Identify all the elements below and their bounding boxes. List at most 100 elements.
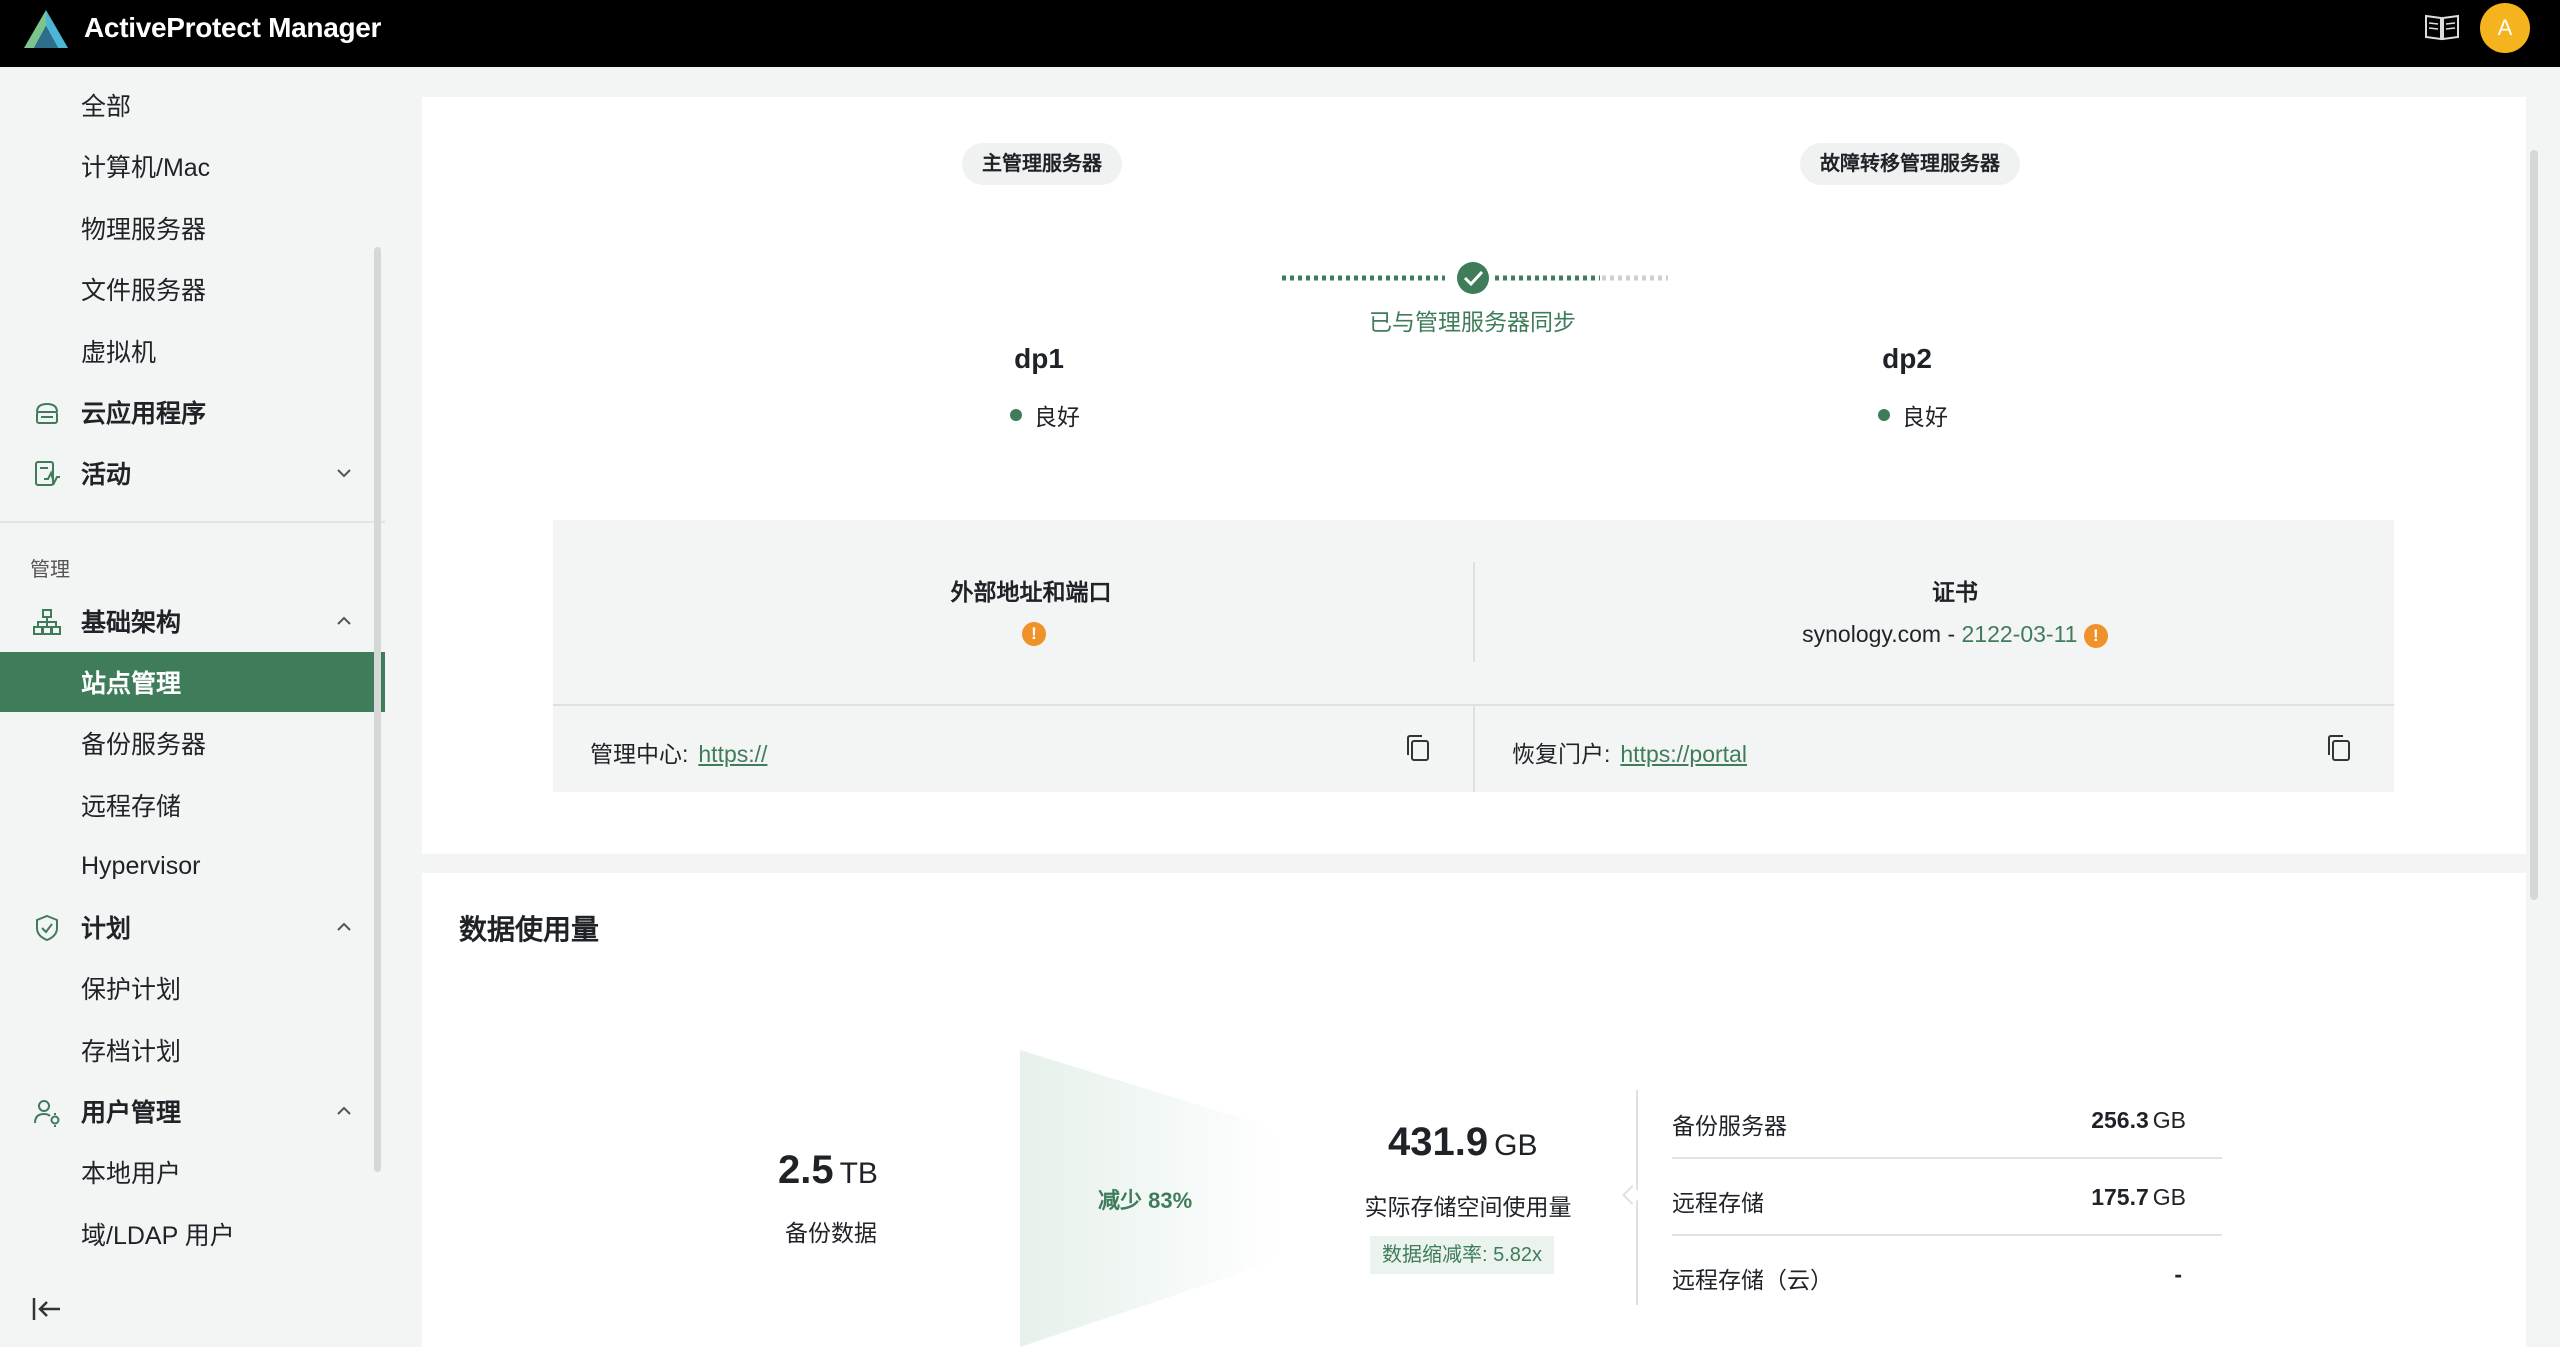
- usage-row-remote-storage: 远程存储 175.7 GB: [1672, 1160, 2222, 1236]
- recovery-portal-label: 恢复门户:: [1512, 741, 1611, 767]
- usage-row-name: 远程存储（云）: [1672, 1267, 1833, 1293]
- sidebar-item-file-server[interactable]: 文件服务器: [0, 259, 385, 319]
- usage-row-name: 远程存储: [1672, 1190, 1764, 1216]
- value: 175.7: [2091, 1184, 2149, 1210]
- backup-data-label: 备份数据: [785, 1220, 877, 1246]
- primary-server-pill: 主管理服务器: [962, 143, 1122, 185]
- sidebar-item-all[interactable]: 全部: [0, 75, 385, 135]
- management-center-row: 管理中心: https://: [590, 735, 767, 769]
- value: 256.3: [2091, 1107, 2149, 1133]
- shield-check-icon: [36, 914, 58, 942]
- certificate-date: 2122-03-11: [1961, 621, 2078, 647]
- user-avatar[interactable]: A: [2480, 3, 2530, 53]
- app-title: ActiveProtect Manager: [84, 12, 382, 43]
- app-logo-icon: [24, 10, 68, 48]
- sync-check-icon: [1457, 262, 1489, 294]
- sidebar-divider: [0, 521, 385, 523]
- usage-row-value: -: [2174, 1261, 2186, 1288]
- sidebar-item-ldap-users[interactable]: 域/LDAP 用户: [0, 1204, 385, 1264]
- value: -: [2174, 1261, 2182, 1287]
- sidebar: 全部 计算机/Mac 物理服务器 文件服务器 虚拟机 云应用程序 活动 管理 基…: [0, 67, 385, 1347]
- user-gear-icon: [34, 1100, 60, 1127]
- chevron-down-icon: [337, 469, 351, 478]
- sidebar-item-label: 计算机/Mac: [81, 154, 211, 182]
- external-address-warning-icon[interactable]: !: [1022, 622, 1046, 646]
- unit: GB: [2152, 1184, 2186, 1210]
- unit: GB: [1494, 1129, 1538, 1162]
- sidebar-item-local-users[interactable]: 本地用户: [0, 1142, 385, 1202]
- sidebar-item-archive-plan[interactable]: 存档计划: [0, 1020, 385, 1080]
- sidebar-item-label: 计划: [81, 915, 132, 943]
- top-bar: ActiveProtect Manager A: [0, 0, 2560, 67]
- external-address-title: 外部地址和端口: [950, 579, 1112, 605]
- chevron-up-icon: [337, 616, 351, 625]
- sidebar-item-computer-mac[interactable]: 计算机/Mac: [0, 136, 385, 196]
- sidebar-item-user-management[interactable]: 用户管理: [0, 1081, 385, 1141]
- sidebar-item-label: 虚拟机: [81, 339, 157, 367]
- usage-row-name: 备份服务器: [1672, 1113, 1787, 1139]
- sync-connector: [1282, 262, 1668, 294]
- copy-icon[interactable]: [1404, 733, 1432, 763]
- divider: [1473, 562, 1475, 662]
- sidebar-item-backup-server[interactable]: 备份服务器: [0, 713, 385, 773]
- recovery-portal-link[interactable]: https://portal: [1620, 741, 1747, 767]
- unit: TB: [839, 1157, 878, 1190]
- sidebar-item-label: 文件服务器: [81, 277, 207, 305]
- reduction-ratio-badge: 数据缩减率: 5.82x: [1370, 1236, 1555, 1274]
- certificate-title: 证书: [1932, 579, 1978, 605]
- divider: [1473, 705, 1475, 792]
- sidebar-item-label: 全部: [81, 93, 132, 121]
- sidebar-item-infrastructure[interactable]: 基础架构: [0, 591, 385, 651]
- usage-row-value: 256.3 GB: [2091, 1107, 2186, 1134]
- data-usage-title: 数据使用量: [459, 914, 600, 945]
- reduction-text: 减少 83%: [1098, 1188, 1193, 1213]
- recovery-portal-row: 恢复门户: https://portal: [1512, 735, 1747, 769]
- sidebar-item-activity[interactable]: 活动: [0, 443, 385, 503]
- sidebar-item-label: 本地用户: [81, 1160, 182, 1188]
- sync-status-text: 已与管理服务器同步: [1369, 309, 1576, 335]
- chevron-up-icon: [337, 922, 351, 931]
- certificate-info: synology.com - 2122-03-11 !: [1705, 621, 2205, 648]
- sidebar-item-remote-storage[interactable]: 远程存储: [0, 775, 385, 835]
- cloud-app-icon: [36, 402, 58, 424]
- sidebar-item-hypervisor[interactable]: Hypervisor: [0, 836, 385, 896]
- certificate-warning-icon[interactable]: !: [2083, 623, 2108, 648]
- help-book-icon[interactable]: [2424, 12, 2460, 42]
- sidebar-item-label: 基础架构: [81, 609, 182, 637]
- sidebar-item-plans[interactable]: 计划: [0, 897, 385, 957]
- site-info-panel: [553, 520, 2394, 792]
- status-text: 良好: [1034, 404, 1080, 430]
- management-center-label: 管理中心:: [590, 741, 689, 767]
- status-dot: [1010, 409, 1022, 421]
- sidebar-item-label: 域/LDAP 用户: [81, 1222, 235, 1250]
- activity-icon: [35, 461, 60, 486]
- management-center-link[interactable]: https://: [698, 741, 767, 767]
- sidebar-item-label: 远程存储: [81, 793, 182, 821]
- sidebar-item-label: 保护计划: [81, 976, 182, 1004]
- failover-server-pill: 故障转移管理服务器: [1800, 143, 2020, 185]
- sidebar-item-label: 活动: [81, 461, 132, 489]
- sidebar-item-label: 备份服务器: [81, 731, 207, 759]
- certificate-domain: synology.com -: [1802, 621, 1962, 647]
- sidebar-item-physical-server[interactable]: 物理服务器: [0, 198, 385, 258]
- sidebar-item-label: 云应用程序: [81, 400, 207, 428]
- sidebar-scrollbar[interactable]: [374, 247, 381, 1172]
- actual-usage-value: 431.9 GB: [1388, 1120, 1537, 1165]
- usage-row-remote-storage-cloud: 远程存储（云） -: [1672, 1237, 2222, 1313]
- sidebar-item-vm[interactable]: 虚拟机: [0, 321, 385, 381]
- sidebar-item-label: Hypervisor: [81, 851, 201, 880]
- unit: GB: [2152, 1107, 2186, 1133]
- collapse-sidebar-icon[interactable]: [30, 1292, 64, 1326]
- failover-server-status: 良好: [1878, 398, 1948, 432]
- sidebar-item-label: 用户管理: [81, 1099, 182, 1127]
- sidebar-item-site-management[interactable]: 站点管理: [0, 652, 385, 712]
- primary-server-name: dp1: [1014, 343, 1064, 374]
- main-scrollbar[interactable]: [2530, 150, 2538, 900]
- sidebar-item-protection-plan[interactable]: 保护计划: [0, 958, 385, 1018]
- sidebar-item-cloud-apps[interactable]: 云应用程序: [0, 382, 385, 442]
- primary-server-status: 良好: [1010, 398, 1080, 432]
- sidebar-item-label: 物理服务器: [81, 216, 207, 244]
- value: 431.9: [1388, 1120, 1489, 1164]
- backup-data-value: 2.5 TB: [778, 1148, 878, 1193]
- copy-icon[interactable]: [2325, 733, 2353, 763]
